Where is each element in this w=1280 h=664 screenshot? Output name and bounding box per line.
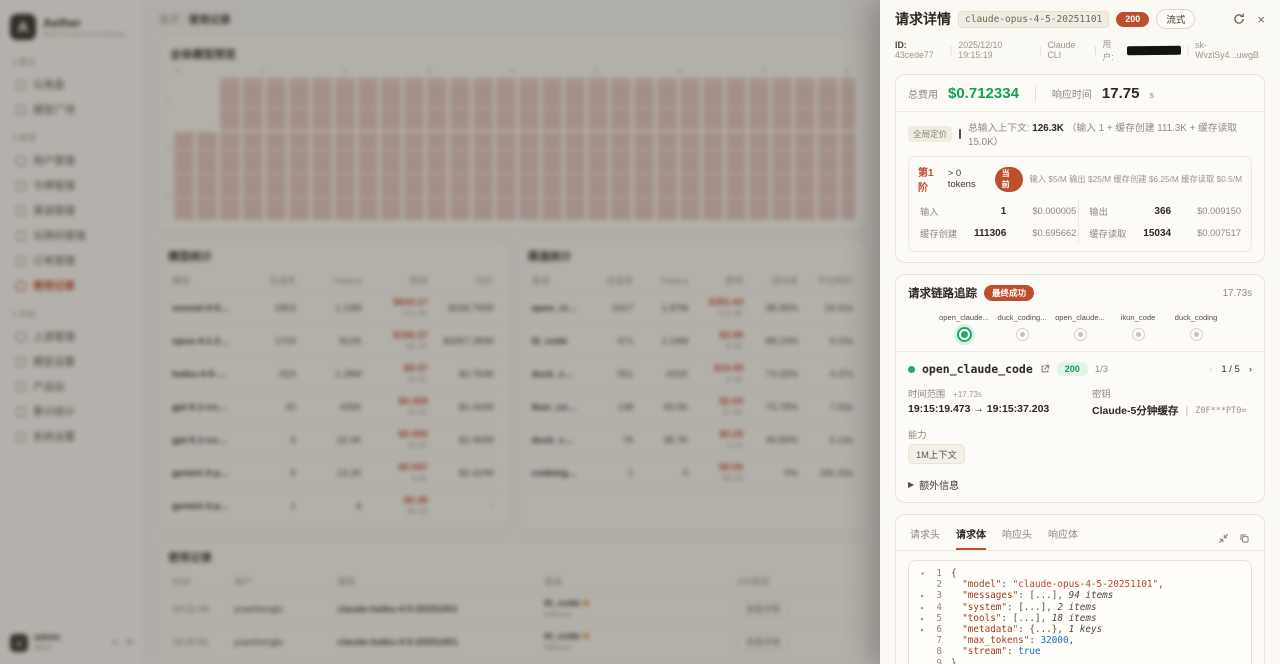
request-meta: ID: 43cede77 | 2025/12/10 19:15:19 | Cla…	[895, 37, 1265, 63]
extra-info-toggle[interactable]: ▶ 额外信息	[908, 477, 1252, 492]
tier-usage-cell: 缓存读取15034$0.007517	[1078, 222, 1243, 244]
screen: A Aether Multi-Provider LLM Gateway ▾ 概览…	[0, 0, 1280, 664]
tier-usage-cell: 输入1$0.000005	[918, 200, 1078, 222]
tier-rates: 输入 $5/M 输出 $25/M 缓存创建 $6.25/M 缓存读取 $0.5/…	[1029, 173, 1242, 185]
request-detail-drawer: 请求详情 claude-opus-4-5-20251101 200 流式 × I…	[880, 0, 1280, 664]
client-name: Claude CLI	[1047, 40, 1088, 60]
pager-next-icon[interactable]: ›	[1249, 364, 1252, 375]
io-tab[interactable]: 请求体	[956, 526, 986, 550]
close-icon[interactable]: ×	[1257, 12, 1265, 27]
io-tab[interactable]: 响应体	[1048, 526, 1078, 550]
tier-usage-cell: 缓存创建111306$0.695662	[918, 222, 1078, 244]
time-range-value: 19:15:19.473 → 19:15:37.203	[908, 403, 1092, 415]
trace-title: 请求链路追踪	[908, 285, 977, 301]
pricing-tier-box: 第1阶 > 0 tokens 当前 输入 $5/M 输出 $25/M 缓存创建 …	[908, 156, 1252, 252]
pager-prev-icon[interactable]: ‹	[1209, 364, 1212, 375]
trace-node[interactable]: duck_coding	[1157, 313, 1235, 341]
step-status-badge: 200	[1057, 362, 1088, 376]
tier-current-badge: 当前	[995, 167, 1024, 192]
copy-icon[interactable]	[1239, 533, 1250, 544]
code-line: ▾1{	[917, 568, 1243, 579]
step-channel-name: open_claude_code	[922, 362, 1033, 376]
key-masked-value: Z0F***PT0=	[1195, 406, 1246, 416]
response-time-value: 17.75	[1102, 85, 1140, 102]
cost-card: 总费用 $0.712334 响应时间 17.75 s 全局定价 总输入上下文: …	[895, 74, 1265, 263]
code-line: ▸5 "tools": [...], 18 items	[917, 613, 1243, 624]
code-line: ▸4 "system": [...], 2 items	[917, 602, 1243, 613]
code-line: ▸6 "metadata": {...}, 1 keys	[917, 624, 1243, 635]
io-tab[interactable]: 响应头	[1002, 526, 1032, 550]
key-name: Claude-5分钟缓存	[1092, 403, 1178, 418]
code-line: 8 "stream": true	[917, 646, 1243, 657]
time-range-field: 时间范围 +17.73s 19:15:19.473 → 19:15:37.203	[908, 386, 1092, 418]
trace-card: 请求链路追踪 最终成功 17.73s open_claude...duck_co…	[895, 274, 1265, 503]
step-attempt: 1/3	[1095, 364, 1108, 375]
trace-node-idle-icon	[1132, 328, 1145, 341]
trace-result-badge: 最终成功	[984, 285, 1034, 301]
total-cost-label: 总费用	[908, 86, 938, 101]
trace-duration: 17.73s	[1223, 288, 1252, 299]
request-time: 2025/12/10 19:15:19	[958, 40, 1033, 60]
refresh-icon[interactable]	[1233, 13, 1245, 25]
code-line: 2 "model": "claude-opus-4-5-20251101",	[917, 579, 1243, 590]
total-cost-value: $0.712334	[948, 85, 1019, 102]
tier-name: 第1阶	[918, 164, 942, 194]
context-label: 总输入上下文:	[968, 123, 1030, 134]
expand-triangle-icon: ▶	[908, 480, 914, 489]
context-total: 126.3K	[1032, 123, 1064, 134]
external-link-icon[interactable]	[1040, 364, 1050, 374]
model-chip: claude-opus-4-5-20251101	[958, 11, 1109, 28]
response-time-label: 响应时间	[1052, 86, 1092, 101]
collapse-view-icon[interactable]	[1218, 533, 1229, 544]
tier-usage-cell: 输出366$0.009150	[1078, 200, 1243, 222]
status-badge: 200	[1116, 12, 1149, 27]
code-line: 9}	[917, 658, 1243, 664]
io-card: 请求头请求体响应头响应体 ▾1{2 "model": "claude-opus-…	[895, 514, 1265, 664]
key-field: 密钥 Claude-5分钟缓存 | Z0F***PT0=	[1092, 386, 1252, 418]
time-delta: +17.73s	[953, 390, 982, 399]
pricing-scope-chip: 全局定价	[908, 126, 952, 142]
trace-node-idle-icon	[1016, 328, 1029, 341]
io-tab[interactable]: 请求头	[910, 526, 940, 550]
code-line: ▸3 "messages": [...], 94 items	[917, 590, 1243, 601]
trace-node-active-icon	[954, 324, 975, 345]
drawer-title: 请求详情	[895, 9, 951, 29]
user-label: 用户:	[1103, 37, 1122, 63]
tier-range: > 0 tokens	[948, 168, 989, 190]
trace-node-idle-icon	[1190, 328, 1203, 341]
pager-page: 1 / 5	[1221, 364, 1240, 375]
api-key-masked: sk-WvzlSy4...uwgB	[1195, 40, 1265, 60]
step-status-dot	[908, 366, 915, 373]
capability-chip: 1M上下文	[908, 444, 965, 464]
stream-badge: 流式	[1156, 9, 1195, 29]
trace-node-idle-icon	[1074, 328, 1087, 341]
capability-field: 能力 1M上下文	[908, 427, 1252, 464]
request-body-json[interactable]: ▾1{2 "model": "claude-opus-4-5-20251101"…	[908, 560, 1252, 664]
redacted-username	[1127, 45, 1181, 55]
request-id: 43cede77	[895, 50, 934, 60]
code-line: 7 "max_tokens": 32000,	[917, 635, 1243, 646]
